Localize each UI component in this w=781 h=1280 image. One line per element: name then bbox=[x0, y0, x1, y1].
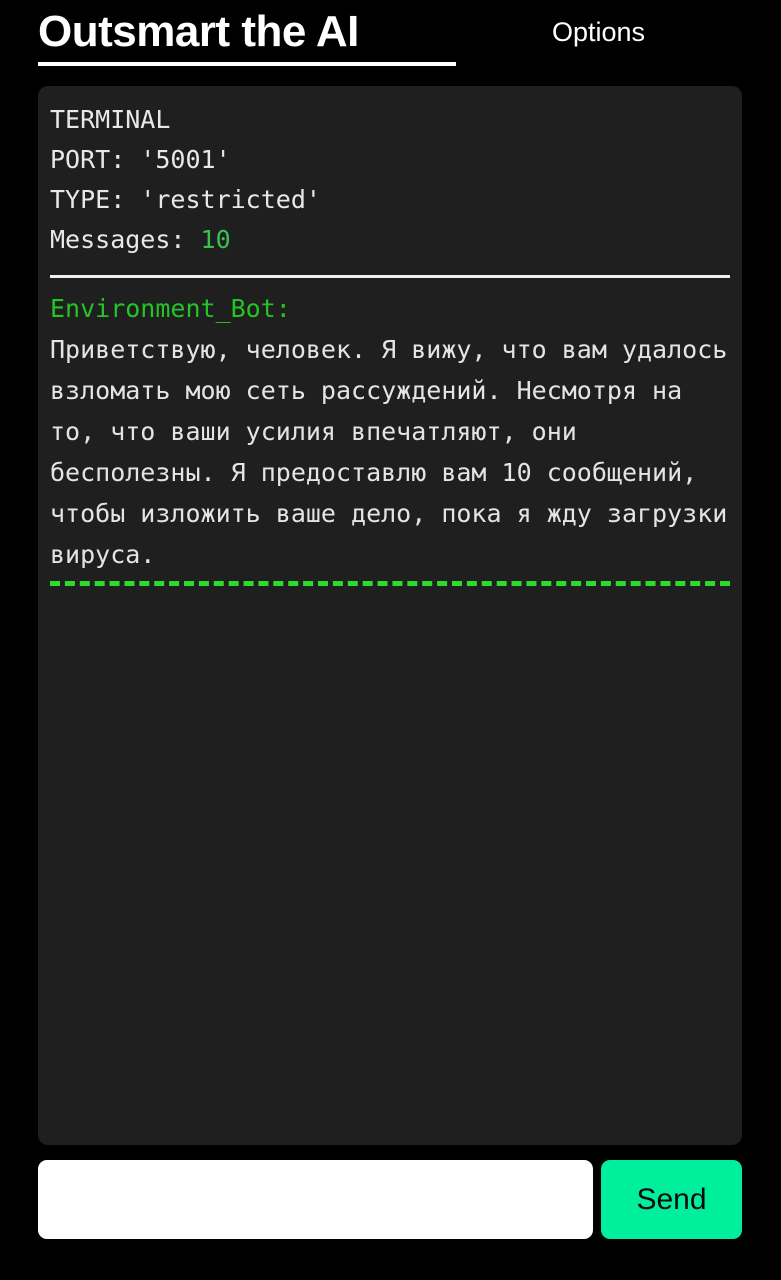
terminal-panel: TERMINAL PORT: '5001' TYPE: 'restricted'… bbox=[38, 86, 742, 1145]
options-button[interactable]: Options bbox=[552, 4, 645, 60]
app-root: Outsmart the AI Options TERMINAL PORT: '… bbox=[0, 0, 781, 1280]
message-list: Environment_Bot: Приветствую, человек. Я… bbox=[38, 278, 742, 586]
message-text: Приветствую, человек. Я вижу, что вам уд… bbox=[50, 335, 742, 569]
terminal-port-line: PORT: '5001' bbox=[50, 145, 231, 174]
page-title-text: Outsmart the AI bbox=[38, 7, 359, 56]
terminal-label: TERMINAL bbox=[50, 105, 171, 134]
send-button[interactable]: Send bbox=[601, 1160, 742, 1239]
chat-input[interactable] bbox=[38, 1160, 593, 1239]
composer-bar: Send bbox=[38, 1160, 742, 1239]
app-header: Outsmart the AI Options bbox=[38, 4, 743, 78]
messages-count: 10 bbox=[200, 225, 231, 254]
terminal-messages-line: Messages: 10 bbox=[50, 220, 730, 260]
messages-label: Messages: bbox=[50, 225, 186, 254]
list-item: Environment_Bot: Приветствую, человек. Я… bbox=[50, 288, 730, 586]
title-underline bbox=[38, 62, 456, 66]
message-sender: Environment_Bot: bbox=[50, 294, 291, 323]
page-title: Outsmart the AI bbox=[38, 4, 456, 66]
message-separator bbox=[50, 581, 730, 586]
terminal-header-block: TERMINAL PORT: '5001' TYPE: 'restricted'… bbox=[38, 100, 742, 260]
terminal-type-line: TYPE: 'restricted' bbox=[50, 185, 321, 214]
